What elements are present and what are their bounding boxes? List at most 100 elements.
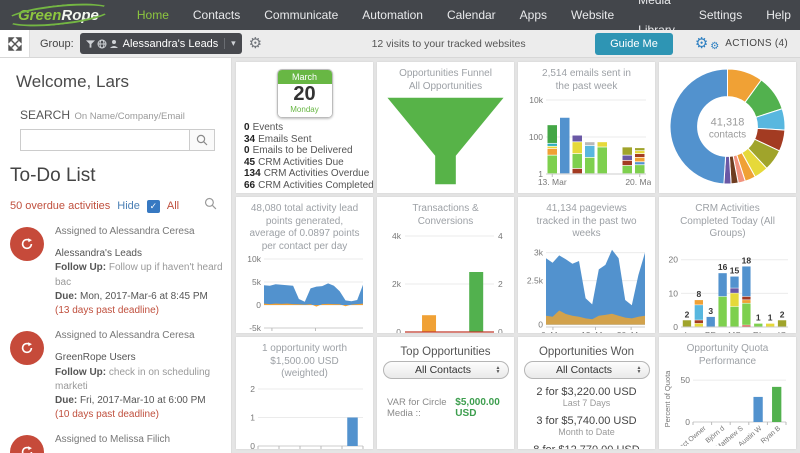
todo-item[interactable]: Assigned to Alessandra Ceresa GreenRope … bbox=[0, 327, 231, 431]
chart-title: Transactions & Conversions bbox=[412, 203, 479, 227]
welcome-text: Welcome, Lars bbox=[16, 72, 130, 91]
svg-text:2k: 2k bbox=[392, 279, 402, 289]
contacts-donut-chart: 41,318 contacts bbox=[663, 67, 792, 186]
hide-link[interactable]: Hide bbox=[117, 200, 140, 212]
search-sublabel: On Name/Company/Email bbox=[74, 111, 185, 122]
due-text: Mon, 2017-Mar-6 at 8:45 PM bbox=[80, 290, 208, 302]
todo-item-text: Assigned to Melissa Filich GreenRope Use… bbox=[55, 433, 170, 453]
transactions-conversions-chart: 4k 4 2k 2 0 0 bbox=[381, 230, 510, 333]
card-pageviews: 41,134 pageviews tracked in the past two… bbox=[518, 197, 655, 333]
all-checkbox[interactable] bbox=[146, 199, 160, 213]
todo-assigned: Assigned to Alessandra Ceresa bbox=[55, 330, 195, 342]
svg-text:13. Mar: 13. Mar bbox=[538, 177, 567, 187]
nav-item-website[interactable]: Website bbox=[559, 0, 626, 30]
chart-subtitle: All Opportunities bbox=[408, 80, 483, 92]
chart-title: CRM Activities Completed Today (All Grou… bbox=[680, 203, 775, 239]
contacts-filter-select[interactable]: All Contacts ▲ ▼ bbox=[523, 361, 650, 379]
svg-text:13. Mar: 13. Mar bbox=[301, 331, 330, 333]
all-label: All bbox=[166, 200, 180, 212]
svg-text:10k: 10k bbox=[247, 255, 261, 264]
svg-text:0: 0 bbox=[673, 322, 678, 332]
svg-text:BD: BD bbox=[705, 330, 717, 334]
search-icon bbox=[196, 134, 208, 146]
nav-item-home[interactable]: Home bbox=[125, 0, 181, 30]
won-stat: 3 for $5,740.00 USD Month to Date bbox=[536, 415, 637, 437]
svg-text:20. Mar: 20. Mar bbox=[625, 177, 651, 187]
logo-text-green: Green bbox=[18, 6, 62, 24]
svg-text:16: 16 bbox=[718, 262, 728, 272]
svg-text:N: N bbox=[265, 449, 271, 450]
svg-text:13. Mar: 13. Mar bbox=[581, 330, 610, 334]
svg-text:P: P bbox=[329, 449, 335, 450]
pageviews-chart: 3k 2.5k 06. Mar 13. Mar 20. Mar bbox=[522, 243, 651, 334]
nav-item-contacts[interactable]: Contacts bbox=[181, 0, 252, 30]
card-emails-sent: 2,514 emails sent in the past week 10k 10… bbox=[518, 62, 655, 193]
svg-text:L: L bbox=[685, 330, 690, 334]
todo-item[interactable]: Assigned to Alessandra Ceresa Alessandra… bbox=[0, 223, 231, 327]
won-stat: 2 for $3,220.00 USD Last 7 Days bbox=[536, 386, 637, 408]
follow-up-icon bbox=[10, 331, 44, 366]
search-button[interactable] bbox=[189, 129, 215, 151]
svg-text:Ryan B: Ryan B bbox=[760, 425, 782, 445]
card-weighted-opportunity: 1 opportunity worth $1,500.00 USD (weigh… bbox=[236, 337, 373, 449]
opportunity-row[interactable]: VAR for Circle Media :: $5,000.00 USD bbox=[387, 397, 504, 419]
chart-title: Opportunity Quota Performance bbox=[686, 343, 769, 367]
svg-text:IC: IC bbox=[778, 330, 787, 334]
svg-text:P: P bbox=[308, 449, 314, 450]
chart-title: Opportunities Funnel bbox=[399, 68, 492, 79]
overdue-count: 50 overdue activities bbox=[10, 200, 111, 212]
chart-title: 48,080 total activity lead points genera… bbox=[249, 203, 360, 252]
card-opportunities-funnel: Opportunities Funnel All Opportunities bbox=[377, 62, 514, 193]
card-opportunities-won: Opportunities Won All Contacts ▲ ▼ 2 for … bbox=[518, 337, 655, 449]
nav-item-settings[interactable]: Settings bbox=[687, 0, 754, 30]
svg-text:1: 1 bbox=[756, 312, 761, 322]
search-input[interactable] bbox=[20, 129, 189, 151]
nav-item-automation[interactable]: Automation bbox=[350, 0, 435, 30]
chevron-down-icon: ▾ bbox=[224, 38, 236, 49]
opportunity-name: VAR for Circle Media :: bbox=[387, 397, 447, 419]
chart-title: 41,134 pageviews tracked in the past two… bbox=[536, 203, 637, 239]
actions-label: ACTIONS (4) bbox=[725, 38, 788, 49]
expand-icon[interactable] bbox=[0, 30, 30, 57]
logo[interactable]: GreenRope bbox=[8, 5, 109, 26]
svg-text:10k: 10k bbox=[529, 95, 543, 105]
card-contacts-donut: 41,318 contacts bbox=[659, 62, 796, 193]
svg-text:RL: RL bbox=[753, 330, 764, 334]
todo-assigned: Assigned to Alessandra Ceresa bbox=[55, 226, 195, 237]
contacts-filter-select[interactable]: All Contacts ▲ ▼ bbox=[382, 361, 509, 379]
todo-item[interactable]: Assigned to Melissa Filich GreenRope Use… bbox=[0, 431, 231, 453]
guide-me-button[interactable]: Guide Me bbox=[595, 32, 673, 55]
nav-item-communicate[interactable]: Communicate bbox=[252, 0, 350, 30]
card-title: Top Opportunities bbox=[400, 346, 491, 358]
due-label: Due: bbox=[55, 394, 78, 406]
svg-text:100: 100 bbox=[529, 132, 543, 142]
todo-group: GreenRope Users bbox=[55, 352, 136, 364]
card-top-opportunities: Top Opportunities All Contacts ▲ ▼ VAR fo… bbox=[377, 337, 514, 449]
nav-item-help[interactable]: Help bbox=[754, 0, 800, 30]
svg-text:3k: 3k bbox=[534, 247, 544, 257]
gears-icon-small: ⚙ bbox=[710, 40, 720, 52]
search-icon[interactable] bbox=[204, 197, 217, 215]
group-label: Group: bbox=[40, 37, 74, 50]
search-block: SEARCH On Name/Company/Email bbox=[20, 106, 215, 151]
calendar-stats: 0 Events 34 Emails Sent 0 Emails to be Deli… bbox=[244, 122, 373, 191]
select-arrows-icon: ▲ ▼ bbox=[636, 365, 642, 375]
svg-text:15: 15 bbox=[730, 265, 740, 275]
card-transactions: Transactions & Conversions 4k 4 2k 2 0 0 bbox=[377, 197, 514, 333]
svg-text:MS: MS bbox=[728, 330, 741, 334]
svg-text:1: 1 bbox=[250, 412, 255, 422]
svg-text:2.5k: 2.5k bbox=[527, 275, 544, 285]
svg-text:8: 8 bbox=[696, 289, 701, 299]
group-selector[interactable]: Alessandra's Leads ▾ bbox=[79, 33, 242, 54]
nav-item-apps[interactable]: Apps bbox=[508, 0, 559, 30]
svg-text:0: 0 bbox=[256, 300, 261, 310]
select-arrows-icon: ▲ ▼ bbox=[495, 365, 501, 375]
svg-text:0: 0 bbox=[498, 327, 503, 333]
nav-item-calendar[interactable]: Calendar bbox=[435, 0, 508, 30]
actions-button[interactable]: ⚙ ⚙ ACTIONS (4) bbox=[695, 36, 788, 52]
svg-text:41,318: 41,318 bbox=[711, 117, 745, 129]
due-text: Fri, 2017-Mar-10 at 6:00 PM bbox=[80, 394, 206, 406]
gear-icon[interactable]: ⚙ bbox=[249, 36, 262, 51]
top-nav: GreenRope Home Contacts Communicate Auto… bbox=[0, 0, 800, 37]
app: GreenRope Home Contacts Communicate Auto… bbox=[0, 0, 800, 453]
